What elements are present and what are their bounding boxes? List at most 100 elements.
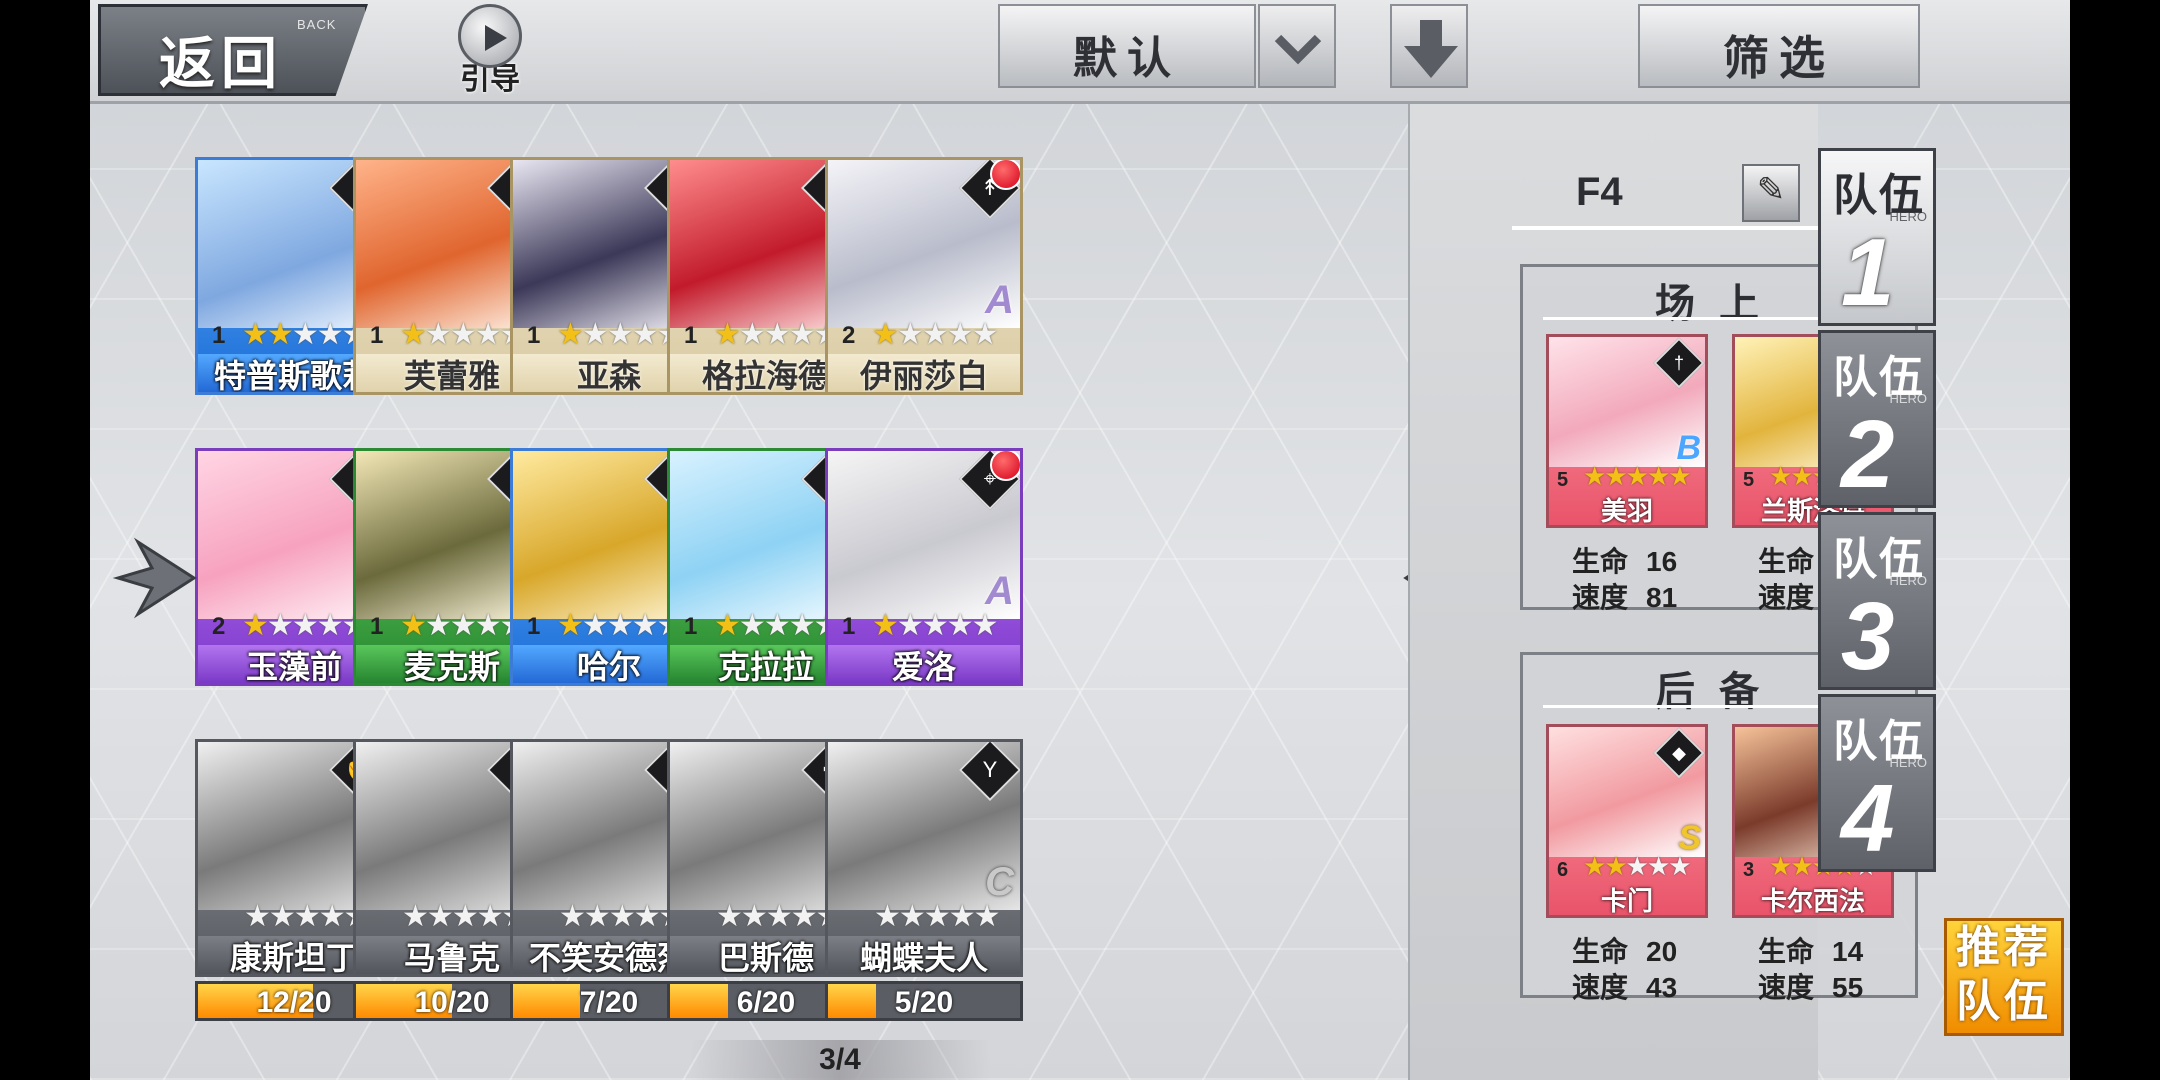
hero-level: 6 — [1557, 859, 1569, 881]
hp-stat: 生命 20 — [1572, 930, 1677, 970]
hero-level: 5 — [1557, 469, 1569, 491]
hero-level: 1 — [684, 322, 698, 349]
star-empty-icon: ★ — [581, 609, 609, 642]
hp-stat: 生命 16 — [1572, 540, 1677, 580]
star-rating: ★★★★★ — [714, 320, 841, 350]
star-empty-icon: ★ — [716, 900, 743, 933]
team-tab-1[interactable]: 队伍 HERO 1 — [1818, 148, 1936, 326]
hp-label: 生命 — [1758, 936, 1815, 967]
hero-level: 1 — [212, 322, 226, 349]
star-filled-icon: ★ — [1583, 851, 1606, 881]
star-empty-icon: ★ — [402, 900, 429, 933]
hp-label: 生命 — [1572, 936, 1629, 967]
star-empty-icon: ★ — [973, 900, 1001, 933]
star-empty-icon: ★ — [763, 609, 791, 642]
star-filled-icon: ★ — [400, 318, 427, 351]
star-filled-icon: ★ — [1646, 461, 1670, 491]
star-filled-icon: ★ — [557, 318, 584, 351]
team-member-card[interactable]: † B 5 ★★★★★ 美羽 — [1546, 334, 1708, 528]
star-rating: ★★★★★ — [1583, 851, 1692, 881]
star-empty-icon: ★ — [608, 900, 636, 933]
star-filled-icon: ★ — [242, 609, 269, 642]
sort-order-button[interactable] — [1390, 4, 1468, 88]
star-empty-icon: ★ — [424, 318, 452, 351]
hero-name: 卡门 — [1600, 886, 1653, 916]
star-empty-icon: ★ — [268, 900, 296, 933]
star-filled-icon: ★ — [1604, 461, 1627, 491]
star-rating: ★★★★★ — [872, 609, 999, 642]
pencil-icon: ✎ — [1756, 171, 1786, 209]
star-rating: ★★★★★ — [400, 609, 527, 642]
recommend-label-1: 推荐 — [1956, 923, 2052, 972]
team-tab-3[interactable]: 队伍 HERO 3 — [1818, 512, 1936, 690]
speed-value: 55 — [1832, 972, 1864, 1003]
star-empty-icon: ★ — [606, 318, 634, 351]
star-empty-icon: ★ — [316, 318, 344, 351]
star-empty-icon: ★ — [738, 609, 766, 642]
top-bar: 返回 BACK 引导 默认 筛选 — [90, 0, 2070, 104]
hero-name: 卡尔西法 — [1760, 886, 1865, 916]
filter-button[interactable]: 筛选 — [1638, 4, 1920, 88]
team-member-card[interactable]: ◆ S 6 ★★★★★ 卡门 — [1546, 724, 1708, 918]
star-filled-icon: ★ — [1790, 461, 1813, 491]
edit-team-name-button[interactable]: ✎ — [1742, 164, 1800, 222]
hero-level: 1 — [684, 613, 698, 640]
hp-value: 20 — [1646, 936, 1678, 967]
star-empty-icon: ★ — [874, 900, 901, 933]
star-filled-icon: ★ — [714, 609, 741, 642]
fragment-progress-bar: 5/20 — [825, 981, 1023, 1021]
team-tab-4[interactable]: 队伍 HERO 4 — [1818, 694, 1936, 872]
star-empty-icon: ★ — [971, 318, 999, 351]
mask-icon: ◆ — [1672, 743, 1686, 763]
rank-badge: A — [985, 569, 1014, 613]
recommend-team-button[interactable]: 推荐 队伍 — [1944, 918, 2064, 1036]
star-rating: ★★★★★ — [557, 318, 684, 351]
hero-level: 3 — [1743, 859, 1755, 881]
hero-level: 1 — [527, 322, 541, 349]
star-rating: ★★★★★ — [242, 318, 369, 351]
speed-label: 速度 — [1758, 972, 1815, 1003]
star-empty-icon: ★ — [424, 609, 452, 642]
star-empty-icon: ★ — [1646, 851, 1670, 881]
sword-icon: † — [1673, 353, 1684, 373]
sort-dropdown-button[interactable] — [1258, 4, 1336, 88]
team-tab-sublabel: HERO — [1889, 391, 1927, 406]
hero-level: 2 — [212, 613, 226, 640]
star-rating: ★★★★★ — [244, 900, 371, 933]
star-empty-icon: ★ — [474, 318, 502, 351]
fragment-count: 5/20 — [894, 986, 954, 1019]
back-sublabel: BACK — [297, 17, 337, 32]
chalice-icon: Y — [982, 757, 998, 782]
arrow-down-icon — [1404, 20, 1458, 78]
hero-name: 美羽 — [1600, 496, 1653, 526]
star-empty-icon: ★ — [631, 609, 659, 642]
star-empty-icon: ★ — [449, 609, 477, 642]
star-empty-icon: ★ — [476, 900, 504, 933]
star-empty-icon: ★ — [583, 900, 611, 933]
hero-card[interactable]: ⌖ A 1 ★★★★★ 爱洛 — [825, 448, 1023, 686]
star-empty-icon: ★ — [946, 609, 974, 642]
hero-name: 蝴蝶夫人 — [828, 936, 1020, 974]
hero-level: 1 — [842, 613, 856, 640]
star-filled-icon: ★ — [242, 318, 269, 351]
star-empty-icon: ★ — [293, 900, 321, 933]
hero-card[interactable]: ↟ A 2 ★★★★★ 伊丽莎白 — [825, 157, 1023, 395]
star-filled-icon: ★ — [1583, 461, 1606, 491]
back-button[interactable]: 返回 BACK — [98, 4, 368, 96]
team-tab-number: 1 — [1841, 219, 1895, 326]
star-empty-icon: ★ — [606, 609, 634, 642]
star-empty-icon: ★ — [316, 609, 344, 642]
team-tab-sublabel: HERO — [1889, 573, 1927, 588]
star-empty-icon: ★ — [765, 900, 793, 933]
guide-button[interactable]: 引导 — [452, 4, 528, 96]
team-tab-2[interactable]: 队伍 HERO 2 — [1818, 330, 1936, 508]
page-indicator: 3/4 — [690, 1040, 990, 1080]
locked-hero-card[interactable]: Y C ★★★★★ 蝴蝶夫人 — [825, 739, 1023, 977]
sort-select[interactable]: 默认 — [998, 4, 1256, 88]
new-notification-dot — [990, 160, 1020, 190]
star-empty-icon: ★ — [291, 609, 319, 642]
star-empty-icon: ★ — [559, 900, 586, 933]
prev-page-arrow-icon[interactable] — [108, 528, 198, 628]
hero-name: 爱洛 — [828, 645, 1020, 683]
hero-level: 1 — [370, 613, 384, 640]
